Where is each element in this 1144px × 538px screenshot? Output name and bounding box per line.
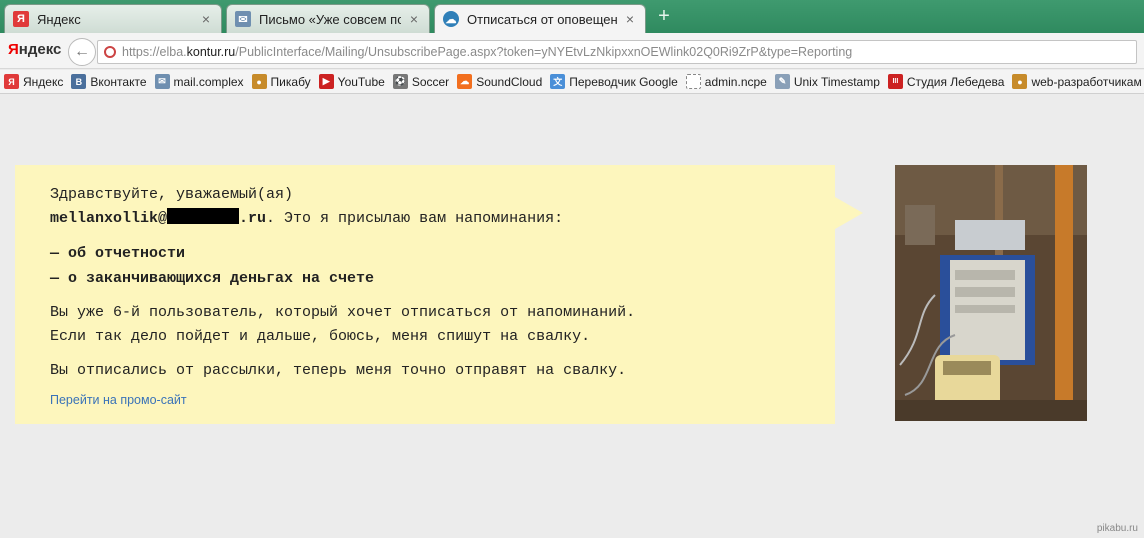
mail-icon: ✉ xyxy=(235,11,251,27)
google-translate-icon: 文 xyxy=(550,74,566,89)
yandex-logo-rest: ндекс xyxy=(18,41,62,58)
bookmark-label: Яндекс xyxy=(23,74,64,89)
speech-bubble-tail xyxy=(835,197,863,229)
bookmark-unix-timestamp[interactable]: ✎ Unix Timestamp xyxy=(774,74,880,89)
email-tld: .ru xyxy=(239,210,267,227)
page-icon xyxy=(685,74,701,89)
yandex-icon: Я xyxy=(13,11,29,27)
tab-mail[interactable]: ✉ Письмо «Уже совсем пор… × xyxy=(226,4,430,33)
tab-title: Отписаться от оповещений xyxy=(467,11,617,27)
tab-yandex[interactable]: Я Яндекс × xyxy=(4,4,222,33)
bookmark-label: Переводчик Google xyxy=(569,74,678,89)
warning-line: Если так дело пойдет и дальше, боюсь, ме… xyxy=(50,328,591,345)
pikabu-icon: ● xyxy=(251,74,267,89)
bookmark-google-translate[interactable]: 文 Переводчик Google xyxy=(550,74,678,89)
promo-site-link[interactable]: Перейти на промо-сайт xyxy=(50,393,187,407)
url-prefix: https://elba. xyxy=(122,45,187,59)
watermark: pikabu.ru xyxy=(1096,523,1138,534)
bookmark-label: YouTube xyxy=(337,74,385,89)
youtube-icon: ▶ xyxy=(318,74,334,89)
toolbar: Яндекс ← https://elba.kontur.ru/PublicIn… xyxy=(0,33,1144,69)
bookmark-vkontakte[interactable]: В Вконтакте xyxy=(71,74,147,89)
url-domain: kontur.ru xyxy=(186,45,236,59)
vk-icon: В xyxy=(71,74,87,89)
bookmark-pikabu[interactable]: ● Пикабу xyxy=(251,74,311,89)
mail-icon: ✉ xyxy=(154,74,170,89)
list-item: — о заканчивающихся деньгах на счете xyxy=(50,270,375,287)
list-item: — об отчетности xyxy=(50,245,186,262)
back-button[interactable]: ← xyxy=(68,38,96,66)
redacted-email xyxy=(167,208,240,224)
bookmark-web-dev[interactable]: ● web-разработчикам xyxy=(1012,74,1142,89)
bookmark-label: SoundCloud xyxy=(476,74,543,89)
pencil-icon: ✎ xyxy=(774,74,790,89)
bookmark-label: Soccer xyxy=(411,74,450,89)
unsubscribe-message: Здравствуйте, уважаемый(ая) mellanxollik… xyxy=(50,183,635,383)
bookmark-artlebedev[interactable]: III Студия Лебедева xyxy=(887,74,1005,89)
tab-unsubscribe[interactable]: ☁ Отписаться от оповещений × xyxy=(434,4,646,33)
url-path: /PublicInterface/Mailing/UnsubscribePage… xyxy=(235,45,853,59)
warning-line: Вы уже 6-й пользователь, который хочет о… xyxy=(50,304,636,321)
lock-icon xyxy=(104,46,116,58)
bookmark-youtube[interactable]: ▶ YouTube xyxy=(318,74,385,89)
intro-text: . Это я присылаю вам напоминания: xyxy=(266,210,564,227)
bookmark-label: Студия Лебедева xyxy=(906,74,1005,89)
bookmark-yandex[interactable]: Я Яндекс xyxy=(4,74,63,89)
artlebedev-icon: III xyxy=(887,74,903,89)
bookmark-soundcloud[interactable]: ☁ SoundCloud xyxy=(457,74,542,89)
new-tab-button[interactable]: + xyxy=(654,6,674,26)
soccer-icon: ⚽ xyxy=(392,74,408,89)
address-bar[interactable]: https://elba.kontur.ru/PublicInterface/M… xyxy=(97,40,1137,64)
yandex-logo-letter: Я xyxy=(8,41,19,58)
unsubscribed-text: Вы отписались от рассылки, теперь меня т… xyxy=(50,362,627,379)
warning-paragraph: Вы уже 6-й пользователь, который хочет о… xyxy=(50,301,635,349)
bookmark-label: admin.ncpe xyxy=(704,74,767,89)
server-photo xyxy=(895,165,1087,421)
bookmark-admin-ncpe[interactable]: admin.ncpe xyxy=(685,74,767,89)
intro-line: mellanxollik@ .ru. Это я присылаю вам нап… xyxy=(50,207,635,231)
tab-title: Яндекс xyxy=(37,11,81,27)
bookmark-label: Вконтакте xyxy=(90,74,147,89)
pikabu-icon: ● xyxy=(1012,74,1028,89)
bookmarks-bar: Я Яндекс В Вконтакте ✉ mail.complex ● Пикабу… xyxy=(0,70,1144,94)
close-icon[interactable]: × xyxy=(407,11,421,27)
close-icon[interactable]: × xyxy=(199,11,213,27)
close-icon[interactable]: × xyxy=(623,11,637,27)
bookmark-label: mail.complex xyxy=(173,74,244,89)
reminder-list: — об отчетности — о заканчивающихся день… xyxy=(50,241,635,291)
tab-strip: Я Яндекс × ✉ Письмо «Уже совсем пор… × ☁… xyxy=(0,0,1144,33)
soundcloud-icon: ☁ xyxy=(457,74,473,89)
bookmark-mail-complex[interactable]: ✉ mail.complex xyxy=(154,74,244,89)
bookmark-label: Пикабу xyxy=(270,74,311,89)
bookmark-label: Unix Timestamp xyxy=(793,74,880,89)
page-content: Здравствуйте, уважаемый(ая) mellanxollik… xyxy=(0,95,1144,538)
bookmark-soccer[interactable]: ⚽ Soccer xyxy=(392,74,450,89)
email-user: mellanxollik@ xyxy=(50,210,168,227)
bookmark-label: web-разработчикам xyxy=(1031,74,1142,89)
yandex-icon: Я xyxy=(4,74,19,89)
tab-title: Письмо «Уже совсем пор… xyxy=(259,11,401,27)
yandex-logo[interactable]: Яндекс xyxy=(8,41,61,58)
greeting: Здравствуйте, уважаемый(ая) xyxy=(50,186,294,203)
kontur-cloud-icon: ☁ xyxy=(443,11,459,27)
